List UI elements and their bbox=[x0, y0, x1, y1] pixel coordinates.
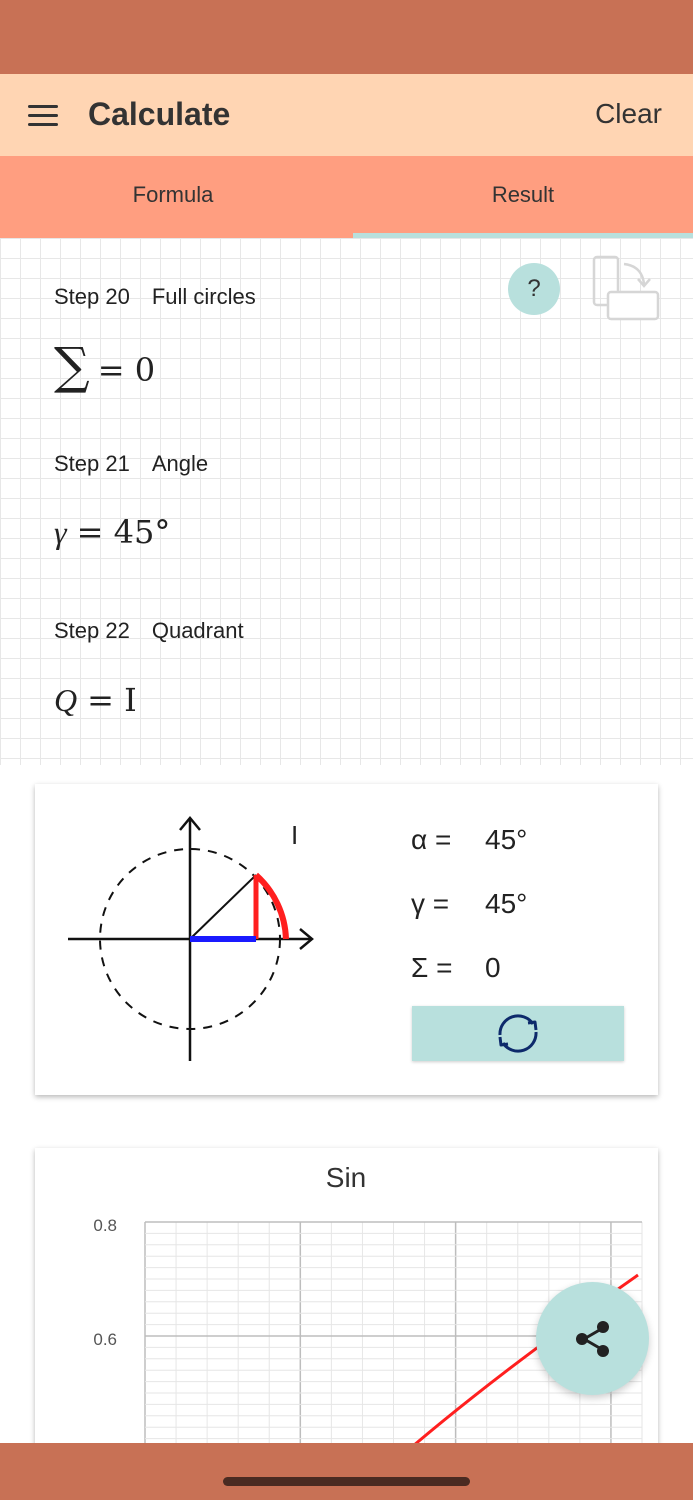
tab-formula[interactable]: Formula bbox=[0, 156, 346, 234]
step-21-formula: γ = 45° bbox=[54, 510, 170, 554]
step-name: Quadrant bbox=[151, 618, 244, 643]
alpha-label: α = bbox=[411, 824, 452, 855]
home-indicator[interactable] bbox=[223, 1477, 470, 1486]
formula-rhs: = 45° bbox=[76, 513, 171, 551]
step-21-label: Step 21 Angle bbox=[54, 449, 208, 479]
gamma-value: 45° bbox=[485, 888, 528, 919]
angle-arc bbox=[253, 872, 289, 940]
quadrant-label: I bbox=[291, 820, 298, 850]
navigation-bar bbox=[0, 1443, 693, 1500]
sigma-label: Σ = bbox=[411, 952, 453, 983]
formula-lhs: Q bbox=[54, 682, 78, 718]
step-name: Full circles bbox=[151, 284, 256, 309]
step-22-label: Step 22 Quadrant bbox=[54, 616, 244, 646]
gamma-label: γ = bbox=[411, 888, 450, 919]
step-number: Step 22 bbox=[54, 618, 130, 643]
status-bar bbox=[0, 0, 693, 74]
formula-rhs: = 0 bbox=[97, 351, 156, 389]
sigma-row: Σ = 0 bbox=[411, 950, 501, 986]
alpha-row: α = 45° bbox=[411, 822, 527, 858]
unit-circle-diagram: I bbox=[68, 816, 314, 1061]
formula-rhs: = I bbox=[87, 681, 137, 719]
step-name: Angle bbox=[151, 451, 209, 476]
step-20-formula: ∑ = 0 bbox=[54, 336, 155, 400]
refresh-icon bbox=[498, 1014, 538, 1053]
formula-lhs: γ bbox=[54, 514, 67, 550]
y-tick-label: 0.8 bbox=[93, 1216, 117, 1235]
chart-title: Sin bbox=[326, 1162, 366, 1193]
y-tick-label: 0.6 bbox=[93, 1330, 117, 1349]
share-icon bbox=[576, 1321, 609, 1357]
refresh-button[interactable] bbox=[412, 1006, 624, 1061]
step-20-label: Step 20 Full circles bbox=[54, 282, 256, 312]
step-number: Step 20 bbox=[54, 284, 130, 309]
angle-ray bbox=[189, 874, 257, 940]
share-button[interactable] bbox=[536, 1282, 649, 1395]
sigma-value: 0 bbox=[485, 952, 501, 983]
clear-button[interactable]: Clear bbox=[595, 94, 662, 134]
alpha-value: 45° bbox=[485, 824, 528, 855]
step-22-formula: Q = I bbox=[54, 678, 137, 722]
formula-lhs: ∑ bbox=[54, 337, 90, 395]
tab-result[interactable]: Result bbox=[353, 156, 693, 234]
gamma-row: γ = 45° bbox=[411, 886, 527, 922]
rotate-device-icon[interactable] bbox=[586, 254, 662, 324]
page-title: Calculate bbox=[88, 96, 231, 132]
menu-icon[interactable] bbox=[24, 96, 64, 136]
help-button[interactable]: ? bbox=[508, 263, 560, 315]
step-number: Step 21 bbox=[54, 451, 130, 476]
